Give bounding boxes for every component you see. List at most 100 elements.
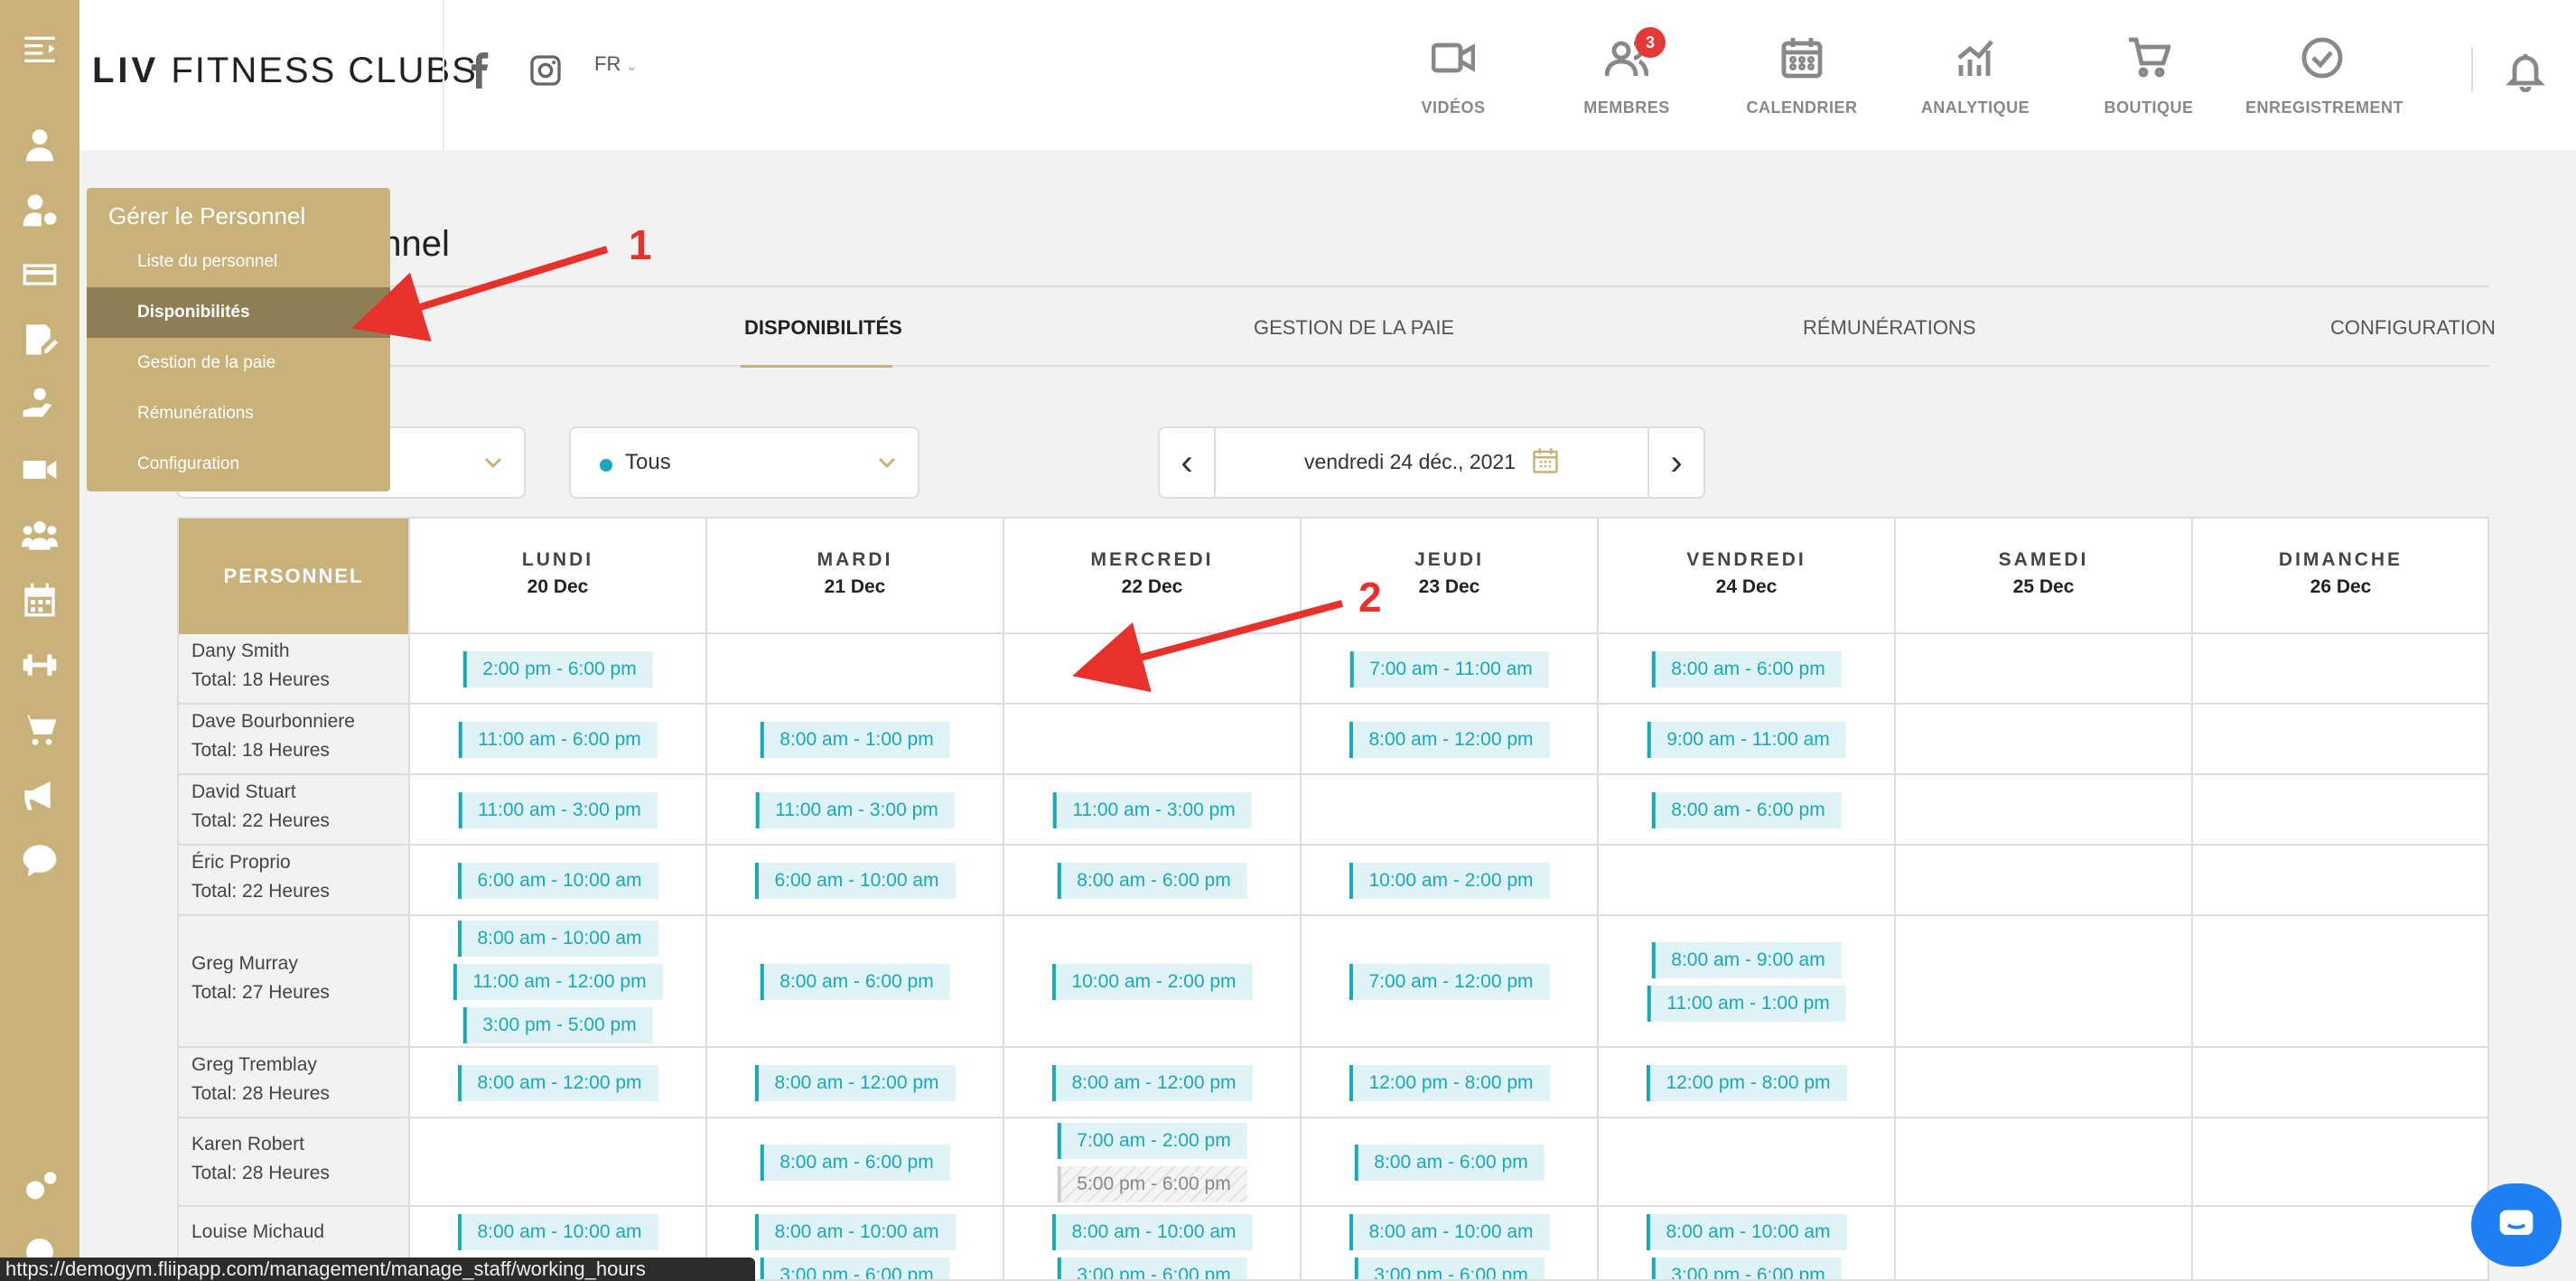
menu-item-remunerations[interactable]: Rémunérations [87, 388, 390, 439]
availability-cell[interactable]: 11:00 am - 3:00 pm [1003, 775, 1300, 844]
staff-name-cell[interactable]: Dany Smith Total: 18 Heures [179, 634, 408, 703]
video-camera-icon[interactable] [14, 450, 65, 490]
availability-cell[interactable] [1597, 846, 1894, 914]
time-slot[interactable]: 10:00 am - 2:00 pm [1051, 964, 1253, 1000]
tab-disponibilites[interactable]: DISPONIBILITÉS [744, 316, 902, 340]
staff-name-cell[interactable]: Greg Murray Total: 27 Heures [179, 916, 408, 1046]
availability-cell[interactable] [2191, 916, 2487, 1046]
time-slot[interactable]: 11:00 am - 1:00 pm [1647, 986, 1846, 1022]
availability-cell[interactable] [2191, 1207, 2487, 1279]
time-slot[interactable]: 11:00 am - 3:00 pm [458, 792, 658, 828]
time-slot[interactable]: 7:00 am - 12:00 pm [1349, 964, 1550, 1000]
staff-name-cell[interactable]: Dave Bourbonniere Total: 18 Heures [179, 705, 408, 773]
facebook-icon[interactable] [462, 52, 499, 89]
calendar-grid-icon[interactable] [14, 580, 65, 620]
staff-name-cell[interactable]: Karen Robert Total: 28 Heures [179, 1118, 408, 1205]
nav-videos[interactable]: VIDÉOS [1377, 36, 1530, 117]
menu-item-liste-personnel[interactable]: Liste du personnel [87, 237, 390, 287]
time-slot[interactable]: 5:00 pm - 6:00 pm [1057, 1166, 1247, 1202]
time-slot[interactable]: 8:00 am - 6:00 pm [1354, 1145, 1545, 1181]
shopping-cart-icon[interactable] [14, 710, 65, 750]
time-slot[interactable]: 8:00 am - 10:00 am [457, 921, 658, 957]
chat-bubble-icon[interactable] [14, 840, 65, 880]
time-slot[interactable]: 10:00 am - 2:00 pm [1349, 863, 1550, 899]
time-slot[interactable]: 3:00 pm - 6:00 pm [1651, 1258, 1842, 1279]
time-slot[interactable]: 11:00 am - 3:00 pm [755, 792, 955, 828]
availability-cell[interactable]: 8:00 am - 9:00 am 11:00 am - 1:00 pm [1597, 916, 1894, 1046]
time-slot[interactable]: 8:00 am - 12:00 pm [754, 1065, 956, 1101]
brand-logo[interactable]: LIV FITNESS CLUBS [92, 51, 478, 91]
next-week-button[interactable]: › [1647, 428, 1703, 497]
group-icon[interactable] [14, 515, 65, 555]
availability-cell[interactable] [1597, 1118, 1894, 1205]
availability-cell[interactable] [1894, 775, 2191, 844]
nav-boutique[interactable]: BOUTIQUE [2072, 36, 2226, 117]
availability-cell[interactable] [1894, 634, 2191, 703]
date-picker[interactable]: vendredi 24 déc., 2021 [1218, 448, 1646, 474]
dumbbell-icon[interactable] [14, 645, 65, 685]
availability-cell[interactable]: 8:00 am - 6:00 pm [1597, 634, 1894, 703]
availability-cell[interactable]: 11:00 am - 3:00 pm [408, 775, 705, 844]
chat-launcher-button[interactable] [2471, 1183, 2562, 1267]
availability-cell[interactable]: 8:00 am - 10:00 am 3:00 pm - 6:00 pm [1597, 1207, 1894, 1279]
time-slot[interactable]: 2:00 pm - 6:00 pm [462, 651, 653, 687]
time-slot[interactable]: 8:00 am - 6:00 pm [1057, 863, 1247, 899]
time-slot[interactable]: 7:00 am - 2:00 pm [1057, 1123, 1247, 1159]
availability-cell[interactable]: 8:00 am - 6:00 pm [705, 1118, 1003, 1205]
availability-cell[interactable]: 2:00 pm - 6:00 pm [408, 634, 705, 703]
availability-cell[interactable]: 12:00 pm - 8:00 pm [1300, 1048, 1597, 1117]
time-slot[interactable]: 8:00 am - 1:00 pm [760, 722, 950, 758]
time-slot[interactable]: 8:00 am - 12:00 pm [457, 1065, 658, 1101]
availability-cell[interactable] [1894, 846, 2191, 914]
availability-cell[interactable]: 9:00 am - 11:00 am [1597, 705, 1894, 773]
availability-cell[interactable]: 8:00 am - 12:00 pm [1300, 705, 1597, 773]
megaphone-icon[interactable] [14, 775, 65, 815]
hand-care-icon[interactable] [14, 385, 65, 425]
time-slot[interactable]: 3:00 pm - 6:00 pm [1057, 1258, 1247, 1279]
time-slot[interactable]: 3:00 pm - 6:00 pm [760, 1258, 950, 1279]
time-slot[interactable]: 12:00 pm - 8:00 pm [1349, 1065, 1550, 1101]
time-slot[interactable]: 8:00 am - 6:00 pm [1651, 651, 1842, 687]
staff-settings-icon[interactable] [14, 190, 65, 229]
availability-cell[interactable]: 8:00 am - 10:00 am 11:00 am - 12:00 pm 3:0… [408, 916, 705, 1046]
time-slot[interactable]: 8:00 am - 10:00 am [457, 1214, 658, 1250]
availability-cell[interactable]: 7:00 am - 12:00 pm [1300, 916, 1597, 1046]
time-slot[interactable]: 3:00 pm - 5:00 pm [462, 1007, 653, 1043]
tab-remunerations[interactable]: RÉMUNÉRATIONS [1803, 316, 1976, 340]
availability-cell[interactable]: 6:00 am - 10:00 am [705, 846, 1003, 914]
availability-cell[interactable] [2191, 846, 2487, 914]
time-slot[interactable]: 8:00 am - 12:00 pm [1349, 722, 1550, 758]
availability-cell[interactable] [1894, 916, 2191, 1046]
availability-cell[interactable] [1894, 1207, 2191, 1279]
previous-week-button[interactable]: ‹ [1160, 428, 1216, 497]
availability-cell[interactable] [1003, 705, 1300, 773]
time-slot[interactable]: 8:00 am - 10:00 am [1051, 1214, 1253, 1250]
availability-cell[interactable] [1894, 1118, 2191, 1205]
availability-cell[interactable] [408, 1118, 705, 1205]
time-slot[interactable]: 9:00 am - 11:00 am [1647, 722, 1846, 758]
availability-cell[interactable]: 8:00 am - 6:00 pm [1003, 846, 1300, 914]
availability-cell[interactable]: 6:00 am - 10:00 am [408, 846, 705, 914]
availability-cell[interactable]: 8:00 am - 10:00 am 3:00 pm - 6:00 pm [1300, 1207, 1597, 1279]
language-selector[interactable]: FR ⌄ [594, 52, 637, 76]
status-filter-select[interactable]: Tous [569, 426, 919, 499]
availability-cell[interactable]: 8:00 am - 6:00 pm [1597, 775, 1894, 844]
time-slot[interactable]: 8:00 am - 10:00 am [1349, 1214, 1550, 1250]
availability-cell[interactable]: 8:00 am - 12:00 pm [1003, 1048, 1300, 1117]
availability-cell[interactable] [705, 634, 1003, 703]
availability-cell[interactable]: 12:00 pm - 8:00 pm [1597, 1048, 1894, 1117]
time-slot[interactable]: 8:00 am - 10:00 am [754, 1214, 956, 1250]
menu-toggle-icon[interactable] [14, 29, 65, 69]
availability-cell[interactable]: 8:00 am - 1:00 pm [705, 705, 1003, 773]
menu-item-configuration[interactable]: Configuration [87, 439, 390, 490]
nav-analytique[interactable]: ANALYTIQUE [1899, 36, 2052, 117]
time-slot[interactable]: 8:00 am - 6:00 pm [760, 964, 950, 1000]
time-slot[interactable]: 8:00 am - 10:00 am [1646, 1214, 1847, 1250]
time-slot[interactable]: 6:00 am - 10:00 am [457, 863, 658, 899]
settings-gears-icon[interactable] [14, 1167, 65, 1207]
menu-item-disponibilites[interactable]: Disponibilités [87, 287, 390, 338]
staff-name-cell[interactable]: Éric Proprio Total: 22 Heures [179, 846, 408, 914]
availability-cell[interactable] [2191, 634, 2487, 703]
availability-cell[interactable] [1300, 775, 1597, 844]
document-edit-icon[interactable] [14, 320, 65, 360]
